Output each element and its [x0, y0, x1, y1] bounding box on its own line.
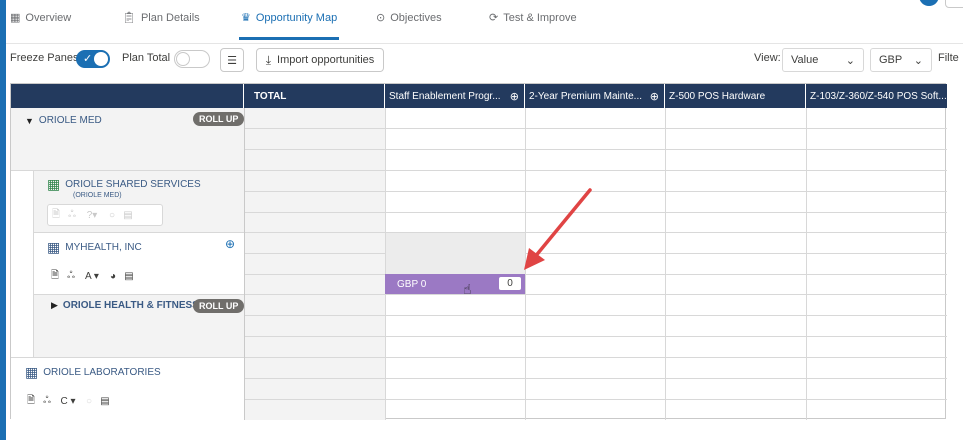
annotation-arrow — [524, 188, 592, 270]
